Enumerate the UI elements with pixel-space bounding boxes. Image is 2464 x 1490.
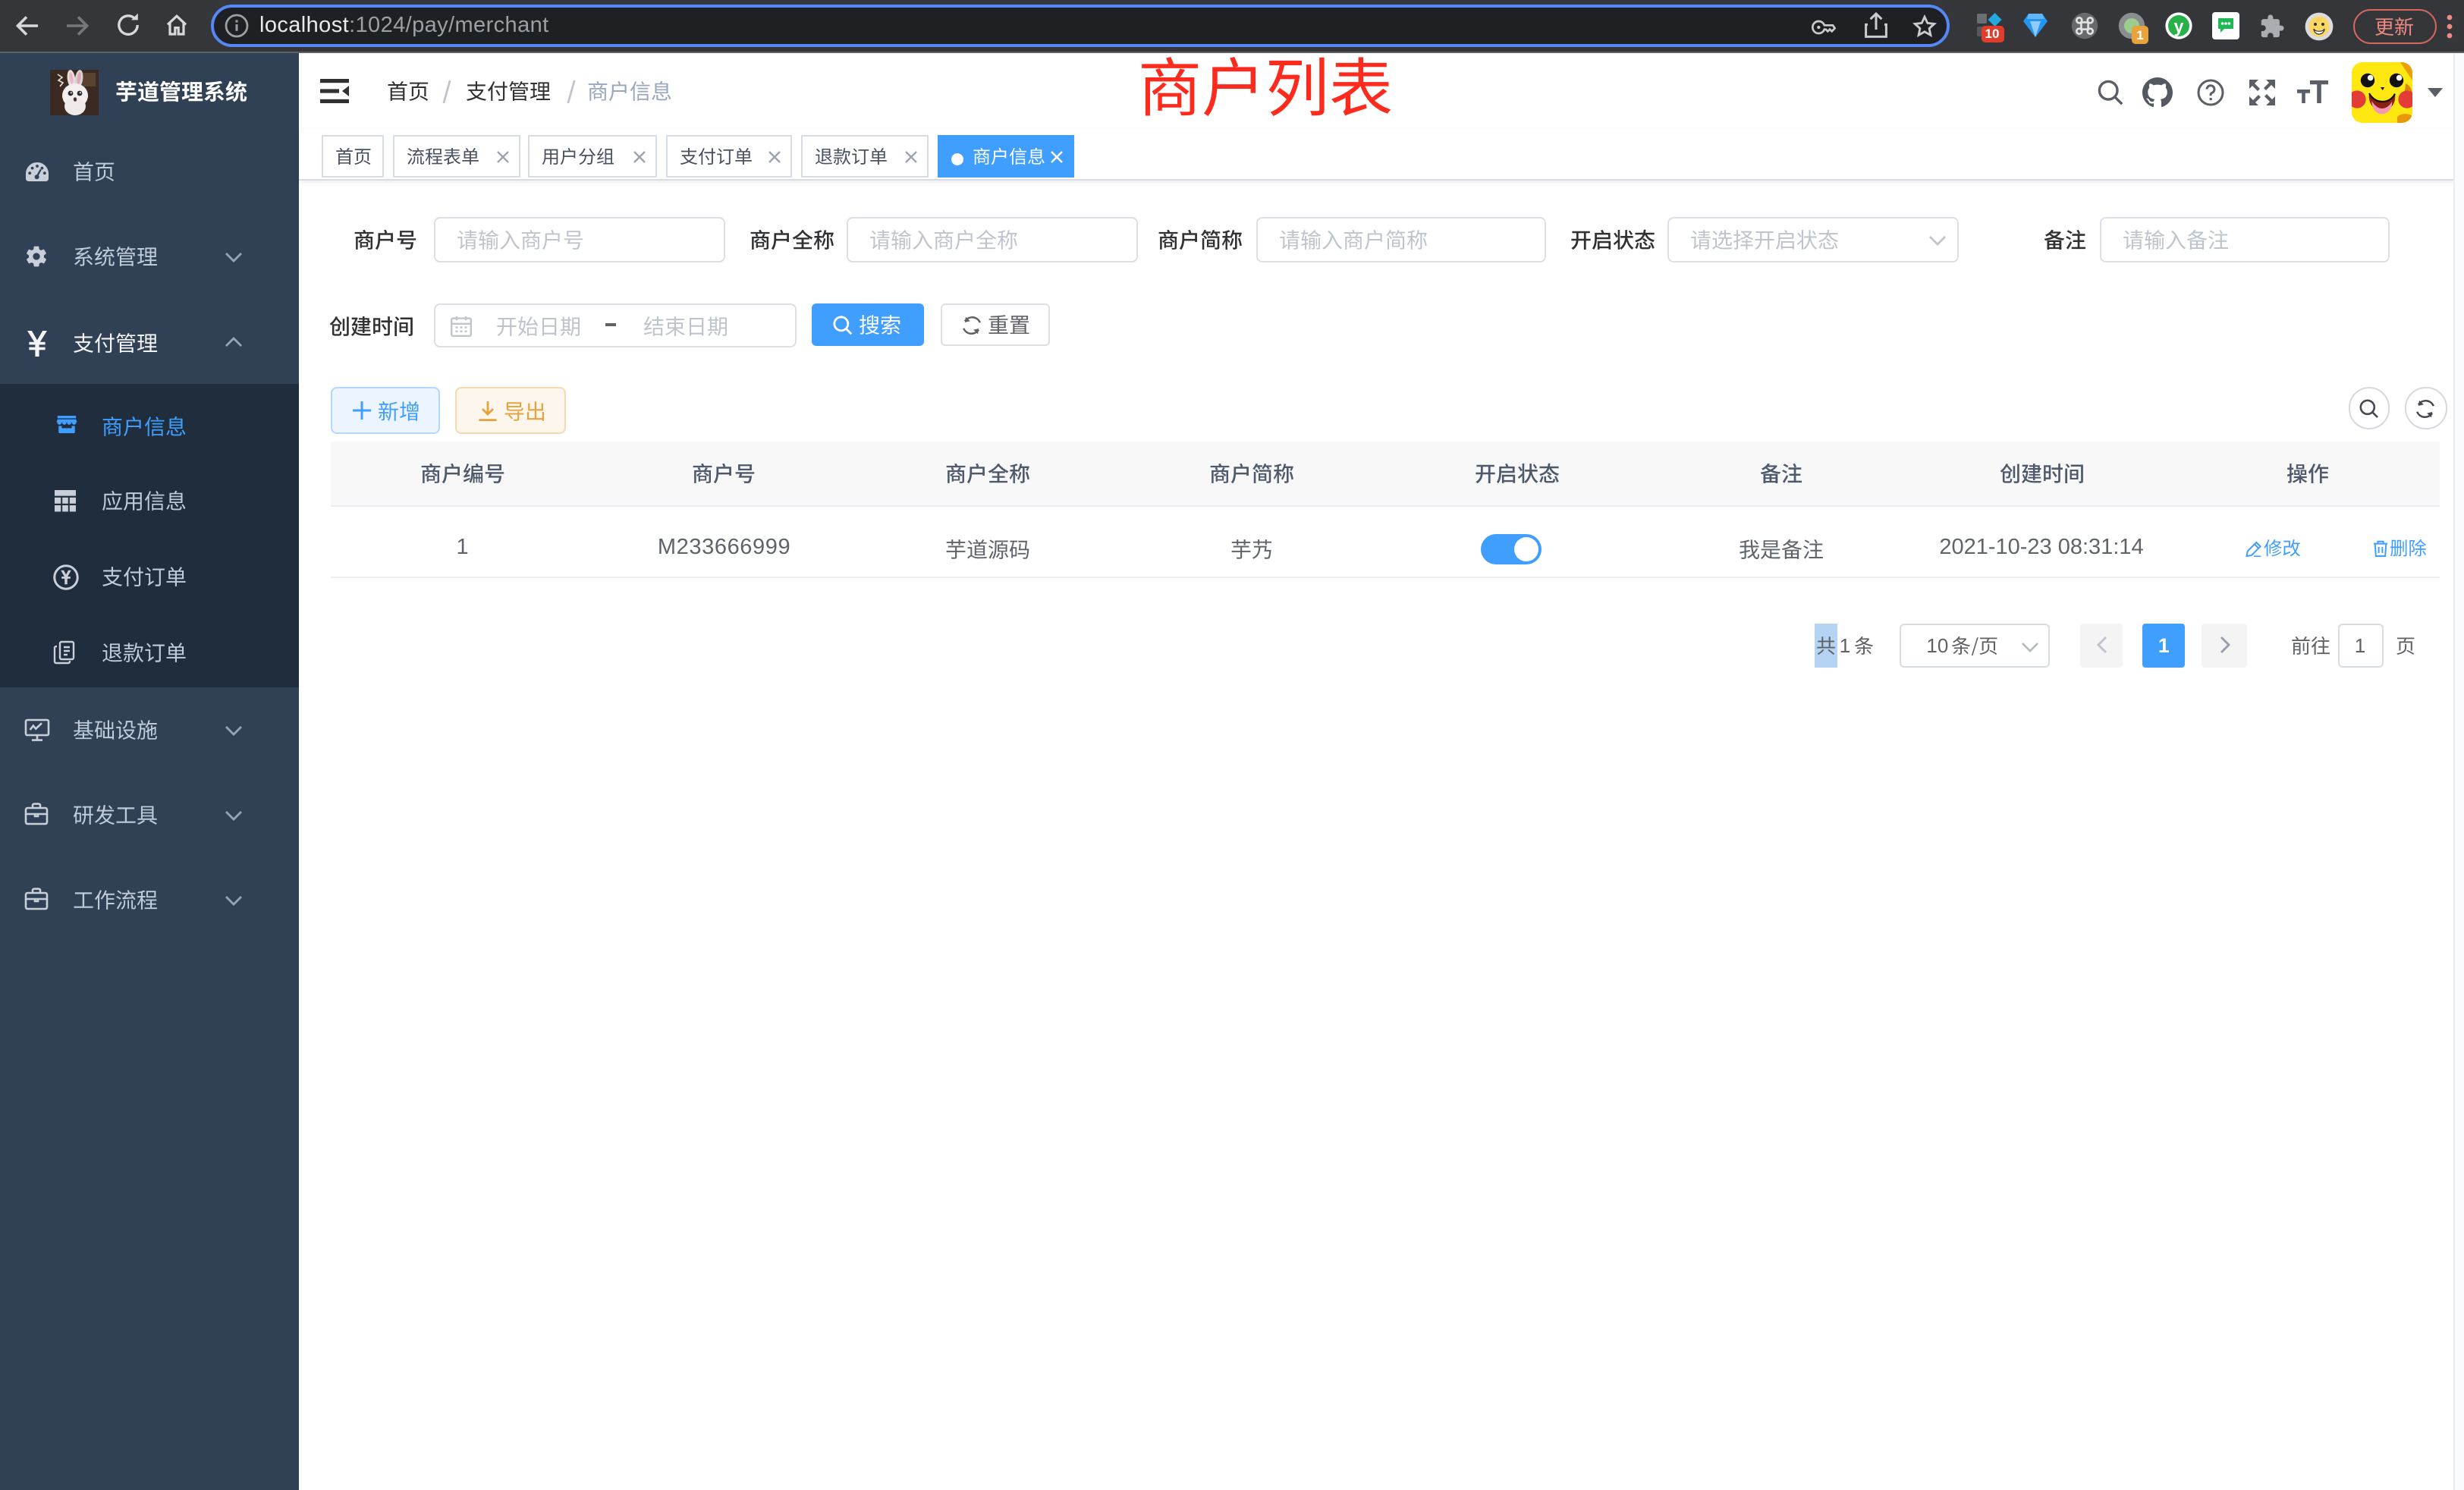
svg-text:y: y	[2174, 16, 2184, 36]
